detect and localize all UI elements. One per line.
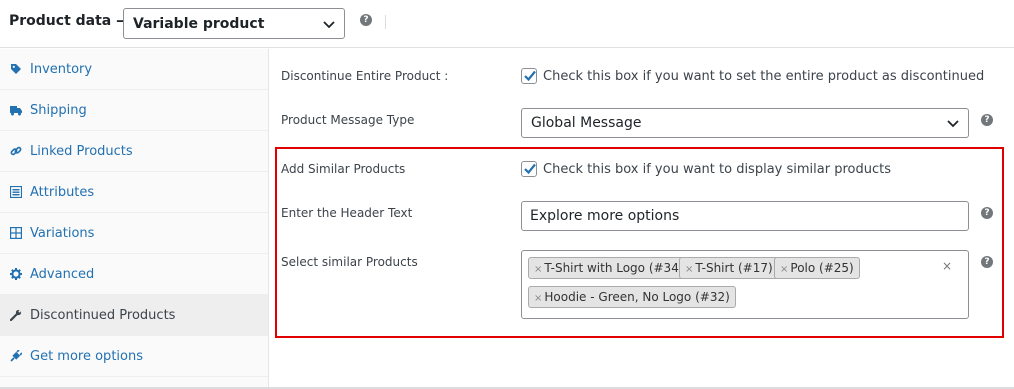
selected-tag[interactable]: × T-Shirt with Logo (#34) [528, 257, 690, 279]
add-similar-label: Add Similar Products [281, 162, 406, 176]
plugin-icon [10, 350, 22, 362]
remove-tag-icon[interactable]: × [780, 264, 788, 275]
sidebar-item-label: Attributes [30, 185, 95, 200]
sidebar-item-attributes[interactable]: Attributes [0, 172, 268, 213]
add-similar-description: Check this box if you want to display si… [543, 162, 891, 177]
wrench-icon [10, 309, 22, 321]
add-similar-checkbox[interactable] [521, 161, 537, 177]
product-data-header: Product data — Variable product ? [0, 0, 1014, 48]
sidebar-item-label: Shipping [30, 103, 87, 118]
tag-label: T-Shirt (#17) [695, 261, 773, 275]
sidebar-item-label: Advanced [30, 267, 95, 282]
discontinue-checkbox[interactable] [521, 68, 537, 84]
gear-icon [10, 268, 22, 280]
header-text-label: Enter the Header Text [281, 206, 413, 220]
message-type-value: Global Message [531, 115, 642, 131]
checkmark-icon [524, 70, 536, 82]
remove-tag-icon[interactable]: × [534, 264, 542, 275]
sidebar-item-label: Discontinued Products [30, 308, 176, 323]
similar-products-label: Select similar Products [281, 255, 418, 269]
sidebar-item-label: Inventory [30, 62, 93, 77]
sidebar-item-variations[interactable]: Variations [0, 213, 268, 254]
sidebar-item-get-more-options[interactable]: Get more options [0, 336, 268, 377]
product-type-value: Variable product [133, 16, 265, 32]
tag-label: Hoodie - Green, No Logo (#32) [544, 290, 730, 304]
help-icon[interactable]: ? [981, 114, 993, 126]
clear-all-icon[interactable]: × [942, 259, 952, 273]
similar-products-select[interactable]: × T-Shirt with Logo (#34) × T-Shirt (#17) … [521, 250, 969, 319]
truck-icon [10, 106, 22, 116]
remove-tag-icon[interactable]: × [685, 264, 693, 275]
message-type-select[interactable]: Global Message [521, 108, 969, 138]
selected-tag[interactable]: × Polo (#25) [774, 257, 860, 279]
sidebar-item-linked-products[interactable]: Linked Products [0, 131, 268, 172]
list-icon [10, 186, 22, 198]
sidebar-item-label: Linked Products [30, 144, 133, 159]
link-icon [10, 146, 22, 156]
header-divider [385, 15, 386, 29]
help-icon[interactable]: ? [360, 14, 372, 26]
selected-tag[interactable]: × T-Shirt (#17) [679, 257, 779, 279]
selected-tag[interactable]: × Hoodie - Green, No Logo (#32) [528, 286, 736, 308]
tag-icon [11, 64, 21, 74]
discontinue-label: Discontinue Entire Product : [281, 69, 449, 83]
product-type-select[interactable]: Variable product [123, 8, 345, 39]
product-data-title: Product data — [9, 13, 131, 29]
chevron-down-icon [947, 120, 959, 128]
discontinue-description: Check this box if you want to set the en… [543, 69, 985, 84]
remove-tag-icon[interactable]: × [534, 293, 542, 304]
product-data-tabs: Inventory Shipping Linked Products Attri… [0, 49, 269, 389]
grid-icon [10, 227, 22, 239]
message-type-label: Product Message Type [281, 113, 415, 127]
chevron-down-icon [323, 21, 335, 29]
sidebar-item-label: Variations [30, 226, 95, 241]
sidebar-item-inventory[interactable]: Inventory [0, 49, 268, 90]
header-text-input[interactable] [521, 201, 969, 231]
checkmark-icon [524, 163, 536, 175]
help-icon[interactable]: ? [981, 207, 993, 219]
help-icon[interactable]: ? [981, 256, 993, 268]
tag-label: Polo (#25) [790, 261, 854, 275]
sidebar-item-shipping[interactable]: Shipping [0, 90, 268, 131]
sidebar-item-advanced[interactable]: Advanced [0, 254, 268, 295]
sidebar-item-discontinued-products[interactable]: Discontinued Products [0, 295, 268, 336]
sidebar-item-label: Get more options [30, 349, 143, 364]
tag-label: T-Shirt with Logo (#34) [544, 261, 684, 275]
